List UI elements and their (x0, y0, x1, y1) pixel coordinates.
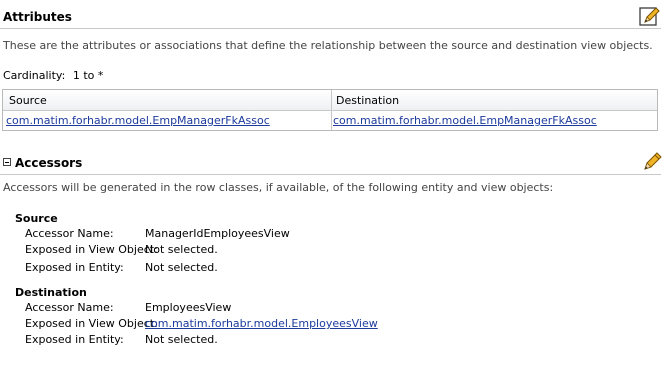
destination-exposed-vo-link[interactable]: com.matim.forhabr.model.EmployeesView (145, 317, 378, 330)
cardinality-label-text: Cardinality: (3, 69, 66, 82)
accessors-divider (0, 174, 661, 175)
source-exposed-entity-label: Exposed in Entity: (25, 261, 124, 274)
source-accessor-name-label: Accessor Name: (25, 227, 114, 240)
destination-accessor-name-value: EmployeesView (145, 301, 232, 314)
source-exposed-vo-value: Not selected. (145, 243, 218, 256)
destination-exposed-vo-label: Exposed in View Object: (25, 317, 158, 330)
edit-pencil-icon[interactable] (638, 6, 660, 28)
destination-exposed-entity-value: Not selected. (145, 333, 218, 346)
attributes-description: These are the attributes or associations… (3, 39, 653, 52)
destination-accessor-name-label: Accessor Name: (25, 301, 114, 314)
column-header-source[interactable]: Source (9, 94, 47, 107)
pencil-icon[interactable] (642, 152, 664, 174)
destination-heading: Destination (15, 286, 87, 299)
source-exposed-vo-label: Exposed in View Object: (25, 243, 158, 256)
source-heading: Source (15, 212, 58, 225)
accessors-title: Accessors (15, 156, 83, 170)
destination-association-link[interactable]: com.matim.forhabr.model.EmpManagerFkAsso… (333, 114, 597, 127)
cardinality-value: 1 to * (72, 69, 104, 82)
attributes-title: Attributes (3, 10, 72, 24)
destination-exposed-entity-label: Exposed in Entity: (25, 333, 124, 346)
accessors-description: Accessors will be generated in the row c… (3, 181, 554, 194)
source-accessor-name-value: ManagerIdEmployeesView (145, 227, 290, 240)
table-header (3, 90, 657, 111)
collapse-minus-icon[interactable] (3, 158, 11, 166)
associations-table: Source Destination com.matim.forhabr.mod… (2, 89, 658, 131)
attributes-divider (0, 28, 661, 29)
column-header-destination[interactable]: Destination (336, 94, 399, 107)
source-association-link[interactable]: com.matim.forhabr.model.EmpManagerFkAsso… (6, 114, 270, 127)
column-divider (331, 90, 332, 130)
cardinality-label: Cardinality: 1 to * (3, 69, 103, 82)
source-exposed-entity-value: Not selected. (145, 261, 218, 274)
